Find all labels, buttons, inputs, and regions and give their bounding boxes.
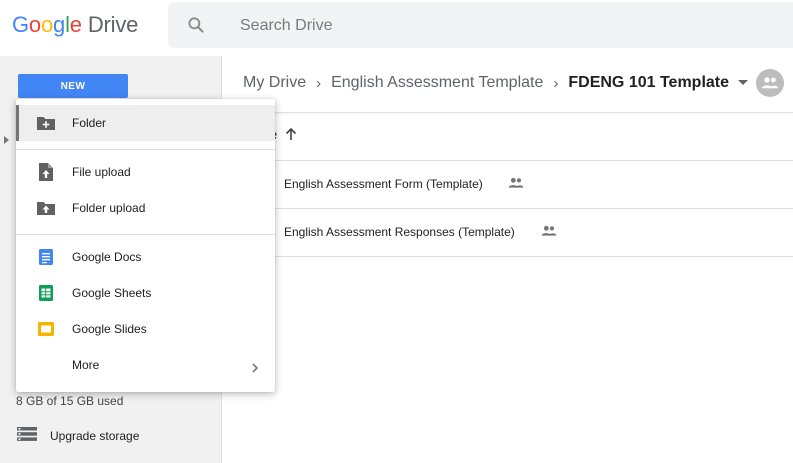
breadcrumb-current-folder[interactable]: FDENG 101 Template: [568, 74, 749, 92]
new-dropdown-menu: Folder File upload Folder upload Google …: [16, 99, 275, 392]
menu-item-label: Google Docs: [72, 250, 142, 264]
google-docs-icon: [36, 247, 56, 267]
google-drive-logo[interactable]: Google Drive: [12, 12, 138, 38]
breadcrumb: My Drive › English Assessment Template ›…: [243, 74, 749, 92]
menu-item-label: Google Sheets: [72, 286, 152, 300]
new-button[interactable]: NEW: [18, 74, 128, 98]
current-folder-label: FDENG 101 Template: [568, 74, 730, 91]
search-icon[interactable]: [186, 15, 206, 40]
folder-plus-icon: [36, 113, 56, 133]
menu-item-label: File upload: [72, 165, 131, 179]
expand-arrow-icon[interactable]: [4, 136, 9, 144]
shared-people-icon: [508, 176, 524, 194]
menu-item-label: Google Slides: [72, 322, 147, 336]
file-list-header: e: [222, 112, 793, 161]
breadcrumb-separator-icon: ›: [553, 74, 559, 92]
menu-item-folder[interactable]: Folder: [16, 105, 275, 141]
location-toolbar: My Drive › English Assessment Template ›…: [222, 56, 793, 113]
logo-product-text: Drive: [87, 12, 139, 37]
search-input[interactable]: [238, 14, 762, 38]
menu-item-google-docs[interactable]: Google Docs: [16, 239, 275, 275]
file-upload-icon: [36, 162, 56, 182]
storage-usage-text: 8 GB of 15 GB used: [16, 394, 124, 408]
breadcrumb-my-drive[interactable]: My Drive: [243, 74, 306, 92]
logo-google-text: Google: [12, 12, 82, 37]
storage-icon: [16, 426, 38, 447]
file-name: English Assessment Form (Template): [284, 177, 483, 191]
folder-upload-icon: [36, 198, 56, 218]
menu-item-label: Folder upload: [72, 201, 146, 215]
menu-item-google-sheets[interactable]: Google Sheets: [16, 275, 275, 311]
search-bar[interactable]: [168, 2, 793, 48]
top-bar: Google Drive: [0, 0, 793, 56]
menu-item-label: More: [72, 358, 100, 372]
menu-item-label: Folder: [72, 116, 107, 130]
chevron-right-icon: [251, 360, 259, 378]
file-row[interactable]: English Assessment Responses (Template): [222, 209, 793, 257]
upgrade-storage-link[interactable]: Upgrade storage: [16, 426, 139, 446]
shared-people-icon: [541, 224, 557, 242]
menu-item-google-slides[interactable]: Google Slides: [16, 311, 275, 347]
menu-divider: [16, 234, 275, 235]
sort-ascending-icon[interactable]: [284, 127, 298, 146]
menu-divider: [16, 149, 275, 150]
breadcrumb-separator-icon: ›: [316, 74, 322, 92]
menu-item-folder-upload[interactable]: Folder upload: [16, 190, 275, 226]
main-content: My Drive › English Assessment Template ›…: [222, 56, 793, 463]
shared-folder-icon[interactable]: [756, 69, 784, 97]
menu-item-more[interactable]: More: [16, 347, 275, 383]
google-sheets-icon: [36, 283, 56, 303]
file-row[interactable]: English Assessment Form (Template): [222, 161, 793, 209]
breadcrumb-english-assessment-template[interactable]: English Assessment Template: [331, 74, 543, 92]
google-slides-icon: [36, 319, 56, 339]
upgrade-storage-label: Upgrade storage: [50, 429, 140, 443]
menu-item-file-upload[interactable]: File upload: [16, 154, 275, 190]
caret-down-icon[interactable]: [738, 80, 749, 86]
file-name: English Assessment Responses (Template): [284, 225, 515, 239]
